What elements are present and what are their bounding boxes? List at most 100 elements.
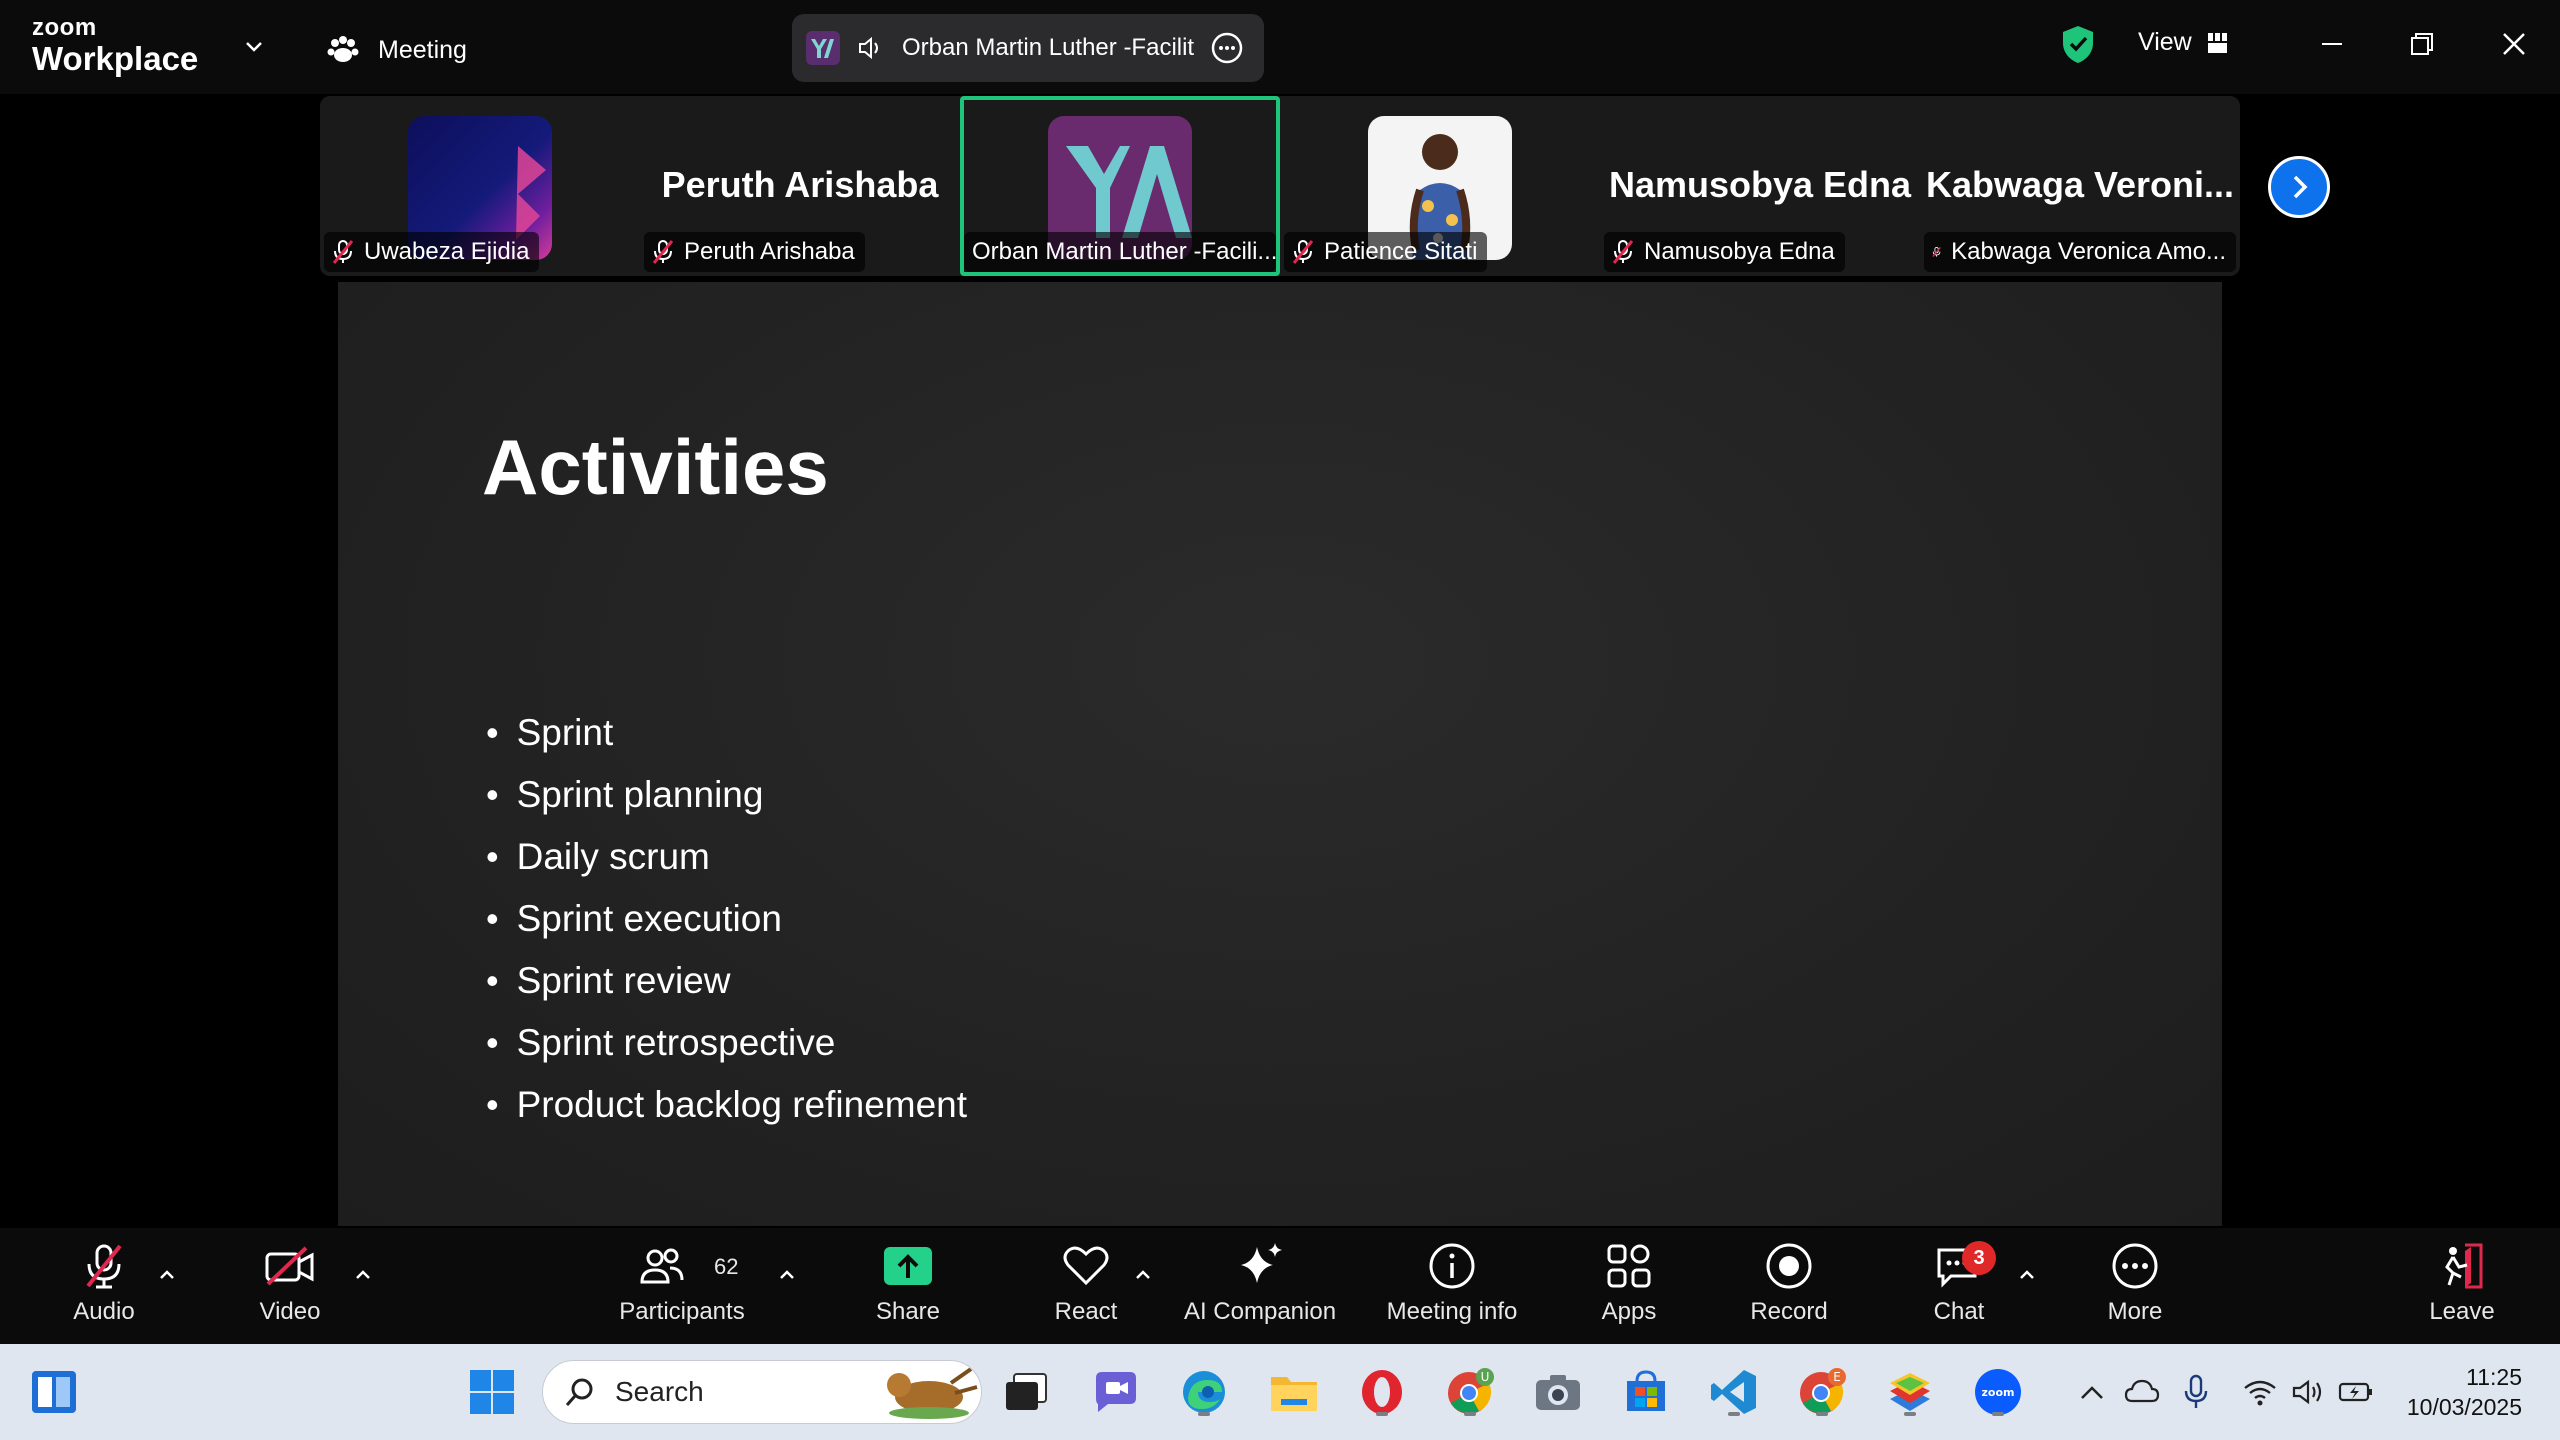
more-options-icon[interactable] <box>1210 31 1244 65</box>
participant-name: Uwabeza Ejidia <box>364 238 530 265</box>
participant-tile[interactable]: Kabwaga Veroni... Kabwaga Veronica Amo..… <box>1920 96 2240 276</box>
next-page-arrow-icon[interactable] <box>2268 156 2330 218</box>
muted-mic-icon <box>1612 240 1634 264</box>
record-button[interactable]: Record <box>1748 1240 1830 1336</box>
task-view-icon[interactable] <box>998 1364 1054 1420</box>
participant-name: Peruth Arishaba <box>684 238 855 265</box>
share-button[interactable]: Share <box>872 1240 944 1336</box>
view-label: View <box>2138 28 2192 56</box>
shared-screen: Activities Sprint Sprint planning Daily … <box>338 282 2222 1226</box>
participant-name: Kabwaga Veronica Amo... <box>1951 238 2226 265</box>
meeting-menu-button[interactable]: Meeting <box>326 28 467 72</box>
video-button[interactable]: Video <box>250 1240 330 1336</box>
more-ellipsis-icon <box>2109 1240 2161 1292</box>
chat-label: Chat <box>1933 1298 1985 1325</box>
video-gallery-strip: Uwabeza Ejidia Peruth Arishaba Peruth Ar… <box>320 96 2240 276</box>
onedrive-cloud-icon[interactable] <box>2122 1372 2162 1412</box>
meeting-info-button[interactable]: Meeting info <box>1380 1240 1524 1336</box>
battery-charging-icon[interactable] <box>2336 1372 2376 1412</box>
microsoft-store-icon[interactable] <box>1618 1364 1674 1420</box>
opera-browser-icon[interactable] <box>1354 1364 1410 1420</box>
more-button[interactable]: More <box>2104 1240 2166 1336</box>
record-icon <box>1763 1240 1815 1292</box>
slide-title: Activities <box>482 423 829 511</box>
minimize-icon[interactable] <box>2312 24 2352 64</box>
participant-tile-active-speaker[interactable]: Orban Martin Luther -Facili... <box>960 96 1280 276</box>
participant-tile[interactable]: Peruth Arishaba Peruth Arishaba <box>640 96 960 276</box>
share-screen-icon <box>882 1240 934 1292</box>
search-placeholder: Search <box>615 1376 704 1407</box>
apps-button[interactable]: Apps <box>1596 1240 1662 1336</box>
show-hidden-icons-chevron-icon[interactable] <box>2072 1372 2112 1412</box>
muted-mic-icon <box>332 240 354 264</box>
participant-label: Kabwaga Veronica Amo... <box>1924 232 2236 272</box>
apps-icon <box>1603 1240 1655 1292</box>
participant-display-name: Peruth Arishaba <box>661 164 939 205</box>
participant-display-name: Kabwaga Veroni... <box>1925 164 2235 205</box>
volume-icon[interactable] <box>2288 1372 2328 1412</box>
zoom-workplace-logo[interactable]: zoom Workplace <box>32 14 198 76</box>
zoom-app-icon[interactable]: zoom <box>1970 1364 2026 1420</box>
grid-view-icon <box>2207 32 2227 53</box>
taskbar-search-input[interactable]: Search <box>542 1360 982 1424</box>
muted-mic-icon <box>1932 247 1941 257</box>
edge-browser-icon[interactable] <box>1176 1364 1232 1420</box>
microphone-in-use-icon[interactable] <box>2176 1372 2216 1412</box>
camera-app-icon[interactable] <box>1530 1364 1586 1420</box>
react-button[interactable]: React <box>1050 1240 1122 1336</box>
info-icon <box>1426 1240 1478 1292</box>
meeting-info-label: Meeting info <box>1386 1298 1518 1325</box>
logo-zoom-text: zoom <box>32 14 97 41</box>
apps-label: Apps <box>1601 1298 1657 1325</box>
participant-tile[interactable]: Namusobya Edna Namusobya Edna <box>1600 96 1920 276</box>
participant-label: Namusobya Edna <box>1604 232 1845 272</box>
clock-date: 10/03/2025 <box>2406 1394 2522 1420</box>
participant-tile[interactable]: Uwabeza Ejidia <box>320 96 640 276</box>
bluestacks-icon[interactable] <box>1882 1364 1938 1420</box>
slide-bullet: Sprint review <box>486 950 967 1012</box>
record-label: Record <box>1750 1298 1828 1325</box>
wifi-icon[interactable] <box>2240 1372 2280 1412</box>
muted-mic-icon <box>652 240 674 264</box>
view-button[interactable]: View <box>2138 28 2230 57</box>
chrome-profile-u-icon[interactable]: U <box>1442 1364 1498 1420</box>
participant-tile[interactable]: Patience Sitati <box>1280 96 1600 276</box>
participant-label: Orban Martin Luther -Facili... <box>964 232 1276 272</box>
speaker-avatar <box>806 31 840 65</box>
muted-mic-icon <box>1292 240 1314 264</box>
running-indicator <box>1198 1412 1210 1416</box>
slide-bullet: Sprint execution <box>486 888 967 950</box>
ai-companion-button[interactable]: AI Companion <box>1180 1240 1340 1336</box>
leave-door-icon <box>2436 1240 2488 1292</box>
restore-icon[interactable] <box>2402 24 2442 64</box>
security-shield-icon[interactable] <box>2060 24 2096 64</box>
leave-button[interactable]: Leave <box>2429 1240 2495 1336</box>
teams-chat-icon[interactable] <box>1088 1364 1144 1420</box>
meeting-paw-icon <box>327 36 359 62</box>
chevron-down-icon[interactable] <box>242 34 266 58</box>
participants-label: Participants <box>619 1298 745 1325</box>
active-speaker-pill[interactable]: Orban Martin Luther -Facilit <box>792 14 1264 82</box>
participant-name: Patience Sitati <box>1324 238 1478 265</box>
close-icon[interactable] <box>2494 24 2534 64</box>
video-options-caret-icon[interactable] <box>352 1264 374 1286</box>
sparkle-icon <box>1234 1240 1286 1292</box>
meeting-controls-bar: Audio Video Participants 62 Share React … <box>0 1228 2560 1344</box>
react-options-caret-icon[interactable] <box>1132 1264 1154 1286</box>
windows-start-icon[interactable] <box>464 1364 520 1420</box>
audio-button[interactable]: Audio <box>66 1240 142 1336</box>
windows-taskbar: Search U E zoom 11:25 10/03/2025 <box>0 1344 2560 1440</box>
heart-icon <box>1060 1240 1112 1292</box>
widgets-icon[interactable] <box>26 1364 82 1420</box>
running-indicator <box>1904 1412 1916 1416</box>
vscode-icon[interactable] <box>1706 1364 1762 1420</box>
system-clock[interactable]: 11:25 10/03/2025 <box>2407 1362 2522 1422</box>
chrome-profile-e-icon[interactable]: E <box>1794 1364 1850 1420</box>
chat-unread-badge: 3 <box>1962 1241 1996 1275</box>
chat-options-caret-icon[interactable] <box>2016 1264 2038 1286</box>
participants-options-caret-icon[interactable] <box>776 1264 798 1286</box>
running-indicator <box>1464 1412 1476 1416</box>
meeting-label: Meeting <box>378 35 467 64</box>
file-explorer-icon[interactable] <box>1266 1364 1322 1420</box>
audio-options-caret-icon[interactable] <box>156 1264 178 1286</box>
